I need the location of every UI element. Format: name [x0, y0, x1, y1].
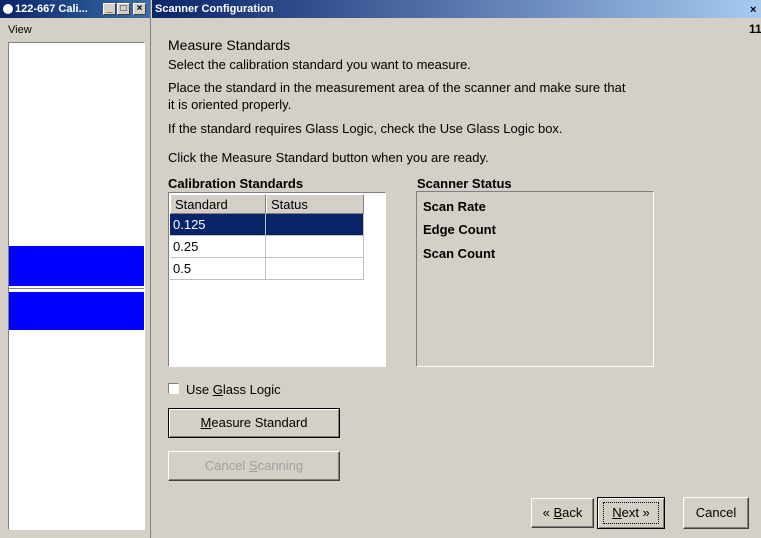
scanner-status-label: Scanner Status [417, 176, 512, 191]
status-cell [266, 236, 364, 258]
app-icon [2, 3, 14, 15]
cancel-scan-hotkey: S [248, 458, 258, 473]
view-menu-label: View [8, 24, 32, 36]
scanner-status-panel [416, 191, 654, 367]
scan-rate-label: Scan Rate [423, 199, 486, 214]
blue-band-top [9, 246, 144, 286]
dialog-title: Scanner Configuration [155, 3, 274, 15]
blue-band-bottom [9, 292, 144, 330]
list-header: Standard Status [170, 194, 364, 214]
measure-standard-button[interactable]: Measure Standard [168, 408, 340, 438]
table-row[interactable]: 0.5 [170, 258, 364, 280]
calibration-standards-list[interactable]: Standard Status 0.125 0.25 0.5 [168, 192, 386, 367]
glass-label-post: lass Logic [222, 382, 281, 397]
standard-cell: 0.25 [170, 236, 266, 258]
glass-label-pre: Use [186, 382, 213, 397]
back-rest: ack [562, 505, 583, 520]
left-pane [8, 42, 145, 530]
instruction-line: Select the calibration standard you want… [168, 57, 471, 72]
dialog-titlebar[interactable]: Scanner Configuration [152, 0, 761, 18]
left-window-title: 122-667 Cali... [15, 3, 88, 15]
column-header-standard[interactable]: Standard [170, 194, 266, 214]
instruction-line: Click the Measure Standard button when y… [168, 150, 489, 165]
standard-cell: 0.125 [170, 214, 266, 236]
cancel-scan-rest: canning [257, 458, 304, 473]
page-title: Measure Standards [168, 37, 291, 53]
status-cell [266, 214, 364, 236]
status-cell [266, 258, 364, 280]
measure-hotkey: M [200, 415, 212, 430]
next-button[interactable]: Next » [597, 497, 665, 529]
instruction-line: If the standard requires Glass Logic, ch… [168, 121, 563, 136]
maximize-button[interactable]: □ [117, 3, 130, 15]
left-window-titlebar[interactable]: 122-667 Cali... _ □ × [0, 0, 150, 18]
dialog-close-button[interactable]: × [750, 4, 756, 16]
calibration-standards-label: Calibration Standards [168, 176, 304, 191]
back-button[interactable]: « Back [531, 498, 594, 528]
cancel-button[interactable]: Cancel [683, 497, 749, 529]
table-row[interactable]: 0.25 [170, 236, 364, 258]
next-hotkey: N [612, 505, 622, 520]
glass-label-hotkey: G [212, 382, 223, 397]
cancel-scan-pre: Cancel [204, 458, 249, 473]
instruction-line: Place the standard in the measurement ar… [168, 80, 626, 95]
left-close-button[interactable]: × [133, 3, 146, 15]
back-pre: « [542, 505, 554, 520]
cancel-scanning-button[interactable]: Cancel Scanning [168, 451, 340, 481]
edge-number: 11 [749, 22, 761, 36]
instruction-line: it is oriented properly. [168, 97, 292, 112]
band-divider [9, 288, 144, 289]
edge-count-label: Edge Count [423, 222, 496, 237]
standard-cell: 0.5 [170, 258, 266, 280]
table-row[interactable]: 0.125 [170, 214, 364, 236]
next-rest: ext » [621, 505, 650, 520]
measure-label: easure Standard [211, 415, 308, 430]
back-hotkey: B [553, 505, 563, 520]
column-header-status[interactable]: Status [266, 194, 364, 214]
use-glass-logic-checkbox[interactable] [168, 383, 179, 394]
view-menu[interactable]: View [8, 24, 32, 36]
left-window: 122-667 Cali... _ □ × View [0, 0, 151, 538]
minimize-button[interactable]: _ [103, 3, 116, 15]
use-glass-logic-label[interactable]: Use Glass Logic [186, 382, 281, 397]
scan-count-label: Scan Count [423, 246, 496, 261]
